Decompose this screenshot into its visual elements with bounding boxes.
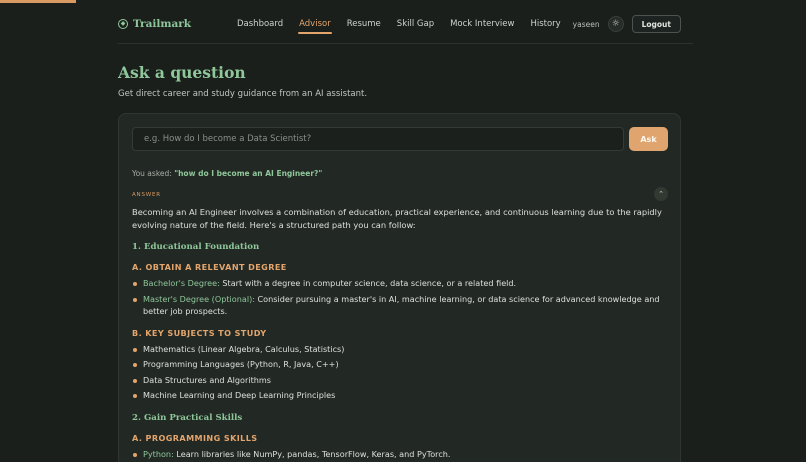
nav-item-dashboard[interactable]: Dashboard <box>237 15 283 33</box>
compass-icon: ◆ <box>118 19 128 29</box>
question-input[interactable] <box>132 127 624 151</box>
nav-item-resume[interactable]: Resume <box>347 15 381 33</box>
username: yaseen <box>572 19 600 29</box>
nav-item-advisor[interactable]: Advisor <box>298 15 332 34</box>
brand-name: Trailmark <box>133 18 192 30</box>
top-navigation-bar: ◆ Trailmark Dashboard Advisor Resume Ski… <box>118 10 693 38</box>
list-item: Python: Learn libraries like NumPy, pand… <box>132 448 668 461</box>
list-item: Master's Degree (Optional): Consider pur… <box>132 293 668 318</box>
page-title: Ask a question <box>118 63 246 82</box>
asked-question-line: You asked: "how do I become an AI Engine… <box>132 169 322 178</box>
list-item: Machine Learning and Deep Learning Princ… <box>132 389 668 402</box>
bullet-list: Bachelor's Degree: Start with a degree i… <box>132 277 668 318</box>
bullet-list: Python: Learn libraries like NumPy, pand… <box>132 448 668 461</box>
section-heading: 1. Educational Foundation <box>132 242 260 252</box>
list-item: Bachelor's Degree: Start with a degree i… <box>132 277 668 290</box>
nav-item-history[interactable]: History <box>530 15 560 33</box>
chevron-up-icon: ⌃ <box>658 189 664 198</box>
list-item-term: Bachelor's Degree: <box>143 278 220 288</box>
theme-toggle-button[interactable]: ☼ <box>607 16 624 32</box>
list-item-text: Learn libraries like NumPy, pandas, Tens… <box>173 448 451 459</box>
asked-question: "how do I become an AI Engineer?" <box>174 169 323 178</box>
nav-item-mock-interview[interactable]: Mock Interview <box>450 15 514 33</box>
page-load-progress <box>0 0 76 3</box>
asked-prefix: You asked: <box>132 169 172 178</box>
list-item-term: Master's Degree (Optional): <box>143 293 255 304</box>
subsection-heading: A. OBTAIN A RELEVANT DEGREE <box>132 262 287 272</box>
nav-item-skill-gap[interactable]: Skill Gap <box>397 15 434 33</box>
main-nav: Dashboard Advisor Resume Skill Gap Mock … <box>237 10 577 38</box>
list-item: Data Structures and Algorithms <box>132 374 668 387</box>
collapse-answer-button[interactable]: ⌃ <box>654 187 668 201</box>
bullet-list: Mathematics (Linear Algebra, Calculus, S… <box>132 343 668 402</box>
advisor-card: Ask You asked: "how do I become an AI En… <box>118 113 681 462</box>
user-area: yaseen ☼ Logout <box>573 10 681 38</box>
answer-intro: Becoming an AI Engineer involves a combi… <box>132 207 662 230</box>
section-heading: 2. Gain Practical Skills <box>132 412 243 423</box>
header-divider <box>118 43 693 44</box>
list-item-term: Python: <box>143 448 174 459</box>
list-item: Programming Languages (Python, R, Java, … <box>132 358 668 371</box>
logout-button[interactable]: Logout <box>631 15 681 33</box>
subsection-heading: B. KEY SUBJECTS TO STUDY <box>132 327 267 338</box>
sun-icon: ☼ <box>611 18 620 29</box>
ask-button[interactable]: Ask <box>629 127 668 151</box>
list-item: Mathematics (Linear Algebra, Calculus, S… <box>132 343 668 356</box>
list-item-text: Start with a degree in computer science,… <box>219 278 517 288</box>
subsection-heading: A. PROGRAMMING SKILLS <box>132 432 258 443</box>
answer-label: ANSWER <box>132 192 161 198</box>
answer-body: Becoming an AI Engineer involves a combi… <box>132 206 668 462</box>
page-subtitle: Get direct career and study guidance fro… <box>118 89 368 99</box>
brand[interactable]: ◆ Trailmark <box>118 18 191 30</box>
